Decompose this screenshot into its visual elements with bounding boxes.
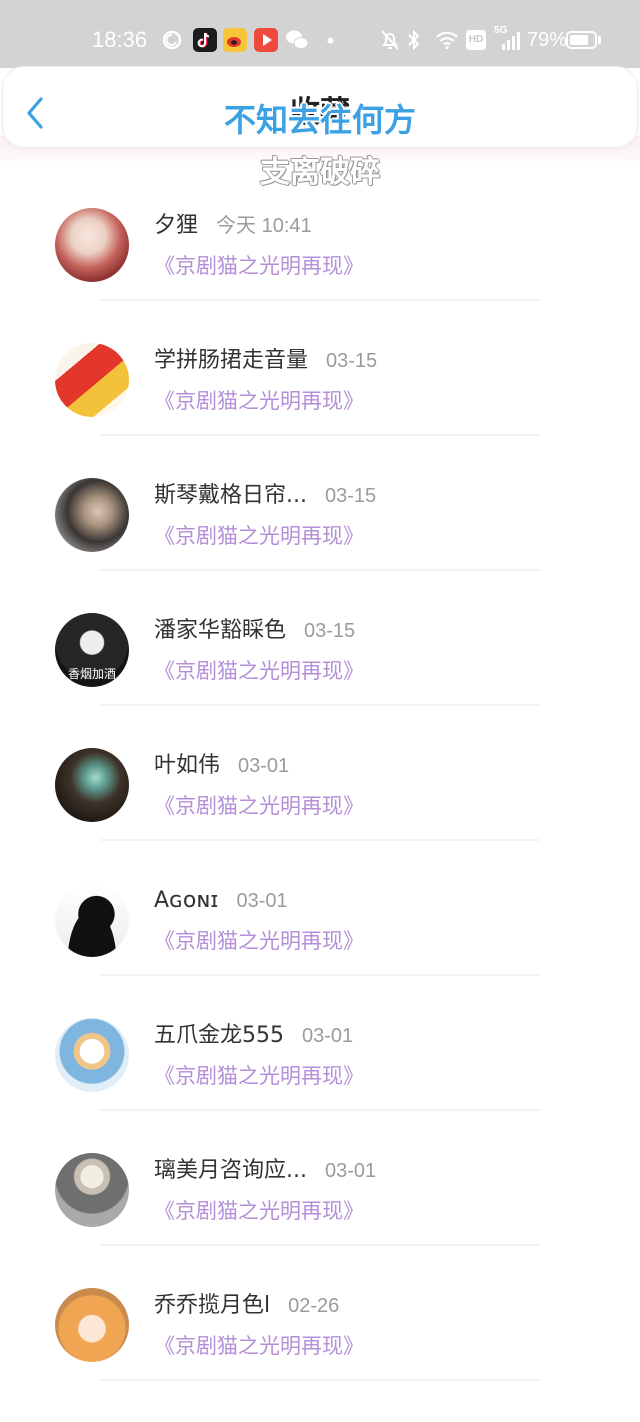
list-item[interactable]: Aɢᴏɴɪ 03-01 《京剧猫之光明再现》 bbox=[0, 853, 640, 988]
hd-badge: HD bbox=[466, 30, 486, 50]
avatar[interactable] bbox=[55, 883, 129, 957]
timestamp: 03-01 bbox=[324, 1160, 377, 1182]
timestamp: 02-26 bbox=[288, 1295, 340, 1317]
status-time: 18:36 bbox=[92, 27, 148, 52]
item-meta: 璃美月咨询应... 03-01 bbox=[154, 1156, 376, 1186]
item-meta: 叶如伟 03-01 bbox=[154, 751, 289, 781]
floating-overlay-text: 不知去往何方 bbox=[223, 101, 416, 139]
avatar[interactable] bbox=[55, 1288, 129, 1362]
divider bbox=[100, 1379, 540, 1381]
avatar[interactable]: 香烟加酒 bbox=[55, 613, 129, 687]
work-title-link[interactable]: 《京剧猫之光明再现》 bbox=[154, 521, 364, 551]
bell-off-icon bbox=[381, 30, 399, 50]
divider bbox=[100, 569, 540, 571]
screen: 18:36 HD 5G 79% 收藏 不知去往何方 支离破碎 夕狸 今天 10:… bbox=[0, 0, 640, 1422]
douyin-icon bbox=[193, 28, 217, 52]
user-name[interactable]: 学拼肠捃走音量 bbox=[154, 346, 308, 376]
battery-icon bbox=[566, 31, 597, 49]
work-title-link[interactable]: 《京剧猫之光明再现》 bbox=[154, 386, 364, 416]
battery-level-fill bbox=[570, 35, 589, 45]
list-item[interactable]: 乔乔揽月色l 02-26 《京剧猫之光明再现》 bbox=[0, 1258, 640, 1393]
item-meta: 夕狸 今天 10:41 bbox=[154, 211, 312, 241]
wifi-icon bbox=[436, 31, 458, 50]
signal-icon bbox=[502, 32, 520, 50]
avatar[interactable] bbox=[55, 1018, 129, 1092]
user-name[interactable]: 叶如伟 bbox=[154, 751, 220, 781]
timestamp: 03-01 bbox=[302, 1025, 354, 1047]
divider bbox=[100, 839, 540, 841]
divider bbox=[100, 1109, 540, 1111]
avatar-caption: 香烟加酒 bbox=[67, 667, 116, 681]
item-meta: 五爪金龙555 03-01 bbox=[154, 1021, 353, 1051]
user-name[interactable]: 潘家华豁睬色 bbox=[154, 616, 286, 646]
user-name[interactable]: 斯琴戴格日帘... bbox=[154, 481, 307, 511]
work-title-link[interactable]: 《京剧猫之光明再现》 bbox=[154, 926, 364, 956]
work-title-link[interactable]: 《京剧猫之光明再现》 bbox=[154, 1061, 364, 1091]
divider bbox=[100, 434, 540, 436]
user-name[interactable]: 五爪金龙555 bbox=[154, 1021, 284, 1051]
list-item[interactable]: 学拼肠捃走音量 03-15 《京剧猫之光明再现》 bbox=[0, 313, 640, 448]
list-item[interactable]: 璃美月咨询应... 03-01 《京剧猫之光明再现》 bbox=[0, 1123, 640, 1258]
more-notifications-dot-icon bbox=[327, 37, 334, 44]
user-name[interactable]: Aɢᴏɴɪ bbox=[154, 886, 218, 916]
divider bbox=[100, 1244, 540, 1246]
list-item[interactable]: 香烟加酒 潘家华豁睬色 03-15 《京剧猫之光明再现》 bbox=[0, 583, 640, 718]
user-name[interactable]: 乔乔揽月色l bbox=[154, 1291, 270, 1321]
timestamp: 03-15 bbox=[326, 350, 378, 372]
list-item[interactable]: 五爪金龙555 03-01 《京剧猫之光明再现》 bbox=[0, 988, 640, 1123]
work-title-link[interactable]: 《京剧猫之光明再现》 bbox=[154, 1331, 364, 1361]
favorites-list: 夕狸 今天 10:41 《京剧猫之光明再现》 学拼肠捃走音量 03-15 《京剧猫之光明再… bbox=[0, 178, 640, 1393]
list-item[interactable]: 夕狸 今天 10:41 《京剧猫之光明再现》 bbox=[0, 178, 640, 313]
timestamp: 03-01 bbox=[238, 755, 290, 777]
battery-cap bbox=[598, 36, 601, 44]
item-meta: 乔乔揽月色l 02-26 bbox=[154, 1291, 339, 1321]
divider bbox=[100, 299, 540, 301]
wechat-icon bbox=[286, 30, 309, 49]
music-app-icon bbox=[162, 30, 182, 50]
work-title-link[interactable]: 《京剧猫之光明再现》 bbox=[154, 791, 364, 821]
bluetooth-icon bbox=[408, 29, 420, 51]
video-app-icon bbox=[254, 28, 278, 52]
divider bbox=[100, 974, 540, 976]
battery-percent: 79% bbox=[527, 29, 568, 51]
timestamp: 03-15 bbox=[304, 620, 356, 642]
avatar[interactable] bbox=[55, 478, 129, 552]
divider bbox=[100, 704, 540, 706]
avatar[interactable] bbox=[55, 748, 129, 822]
work-title-link[interactable]: 《京剧猫之光明再现》 bbox=[154, 251, 364, 281]
avatar[interactable] bbox=[55, 1153, 129, 1227]
list-item[interactable]: 叶如伟 03-01 《京剧猫之光明再现》 bbox=[0, 718, 640, 853]
item-meta: 学拼肠捃走音量 03-15 bbox=[154, 346, 377, 376]
weibo-icon bbox=[223, 28, 247, 52]
item-meta: Aɢᴏɴɪ 03-01 bbox=[154, 886, 288, 916]
timestamp: 03-15 bbox=[324, 485, 377, 507]
list-item[interactable]: 斯琴戴格日帘... 03-15 《京剧猫之光明再现》 bbox=[0, 448, 640, 583]
timestamp: 03-01 bbox=[236, 890, 288, 912]
avatar[interactable] bbox=[55, 343, 129, 417]
item-meta: 潘家华豁睬色 03-15 bbox=[154, 616, 355, 646]
work-title-link[interactable]: 《京剧猫之光明再现》 bbox=[154, 656, 364, 686]
work-title-link[interactable]: 《京剧猫之光明再现》 bbox=[154, 1196, 364, 1226]
avatar[interactable] bbox=[55, 208, 129, 282]
user-name[interactable]: 璃美月咨询应... bbox=[154, 1156, 307, 1186]
status-bar: 18:36 HD 5G 79% bbox=[0, 0, 640, 68]
timestamp: 今天 10:41 bbox=[216, 215, 312, 237]
user-name[interactable]: 夕狸 bbox=[154, 211, 198, 241]
item-meta: 斯琴戴格日帘... 03-15 bbox=[154, 481, 376, 511]
